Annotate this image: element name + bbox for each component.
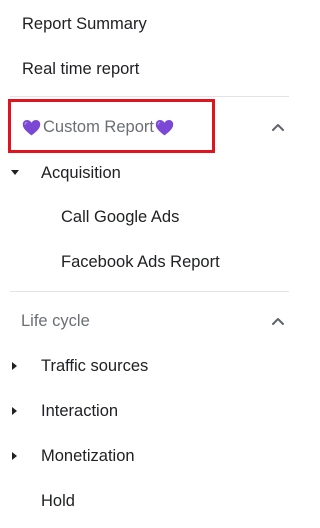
section-divider — [10, 291, 289, 292]
nav-item-report-summary[interactable]: Report Summary — [0, 10, 305, 38]
nav-group-label: Acquisition — [41, 163, 121, 182]
nav-item-hold[interactable]: Hold — [0, 487, 305, 515]
nav-group-label: Monetization — [41, 446, 135, 465]
chevron-up-icon[interactable] — [271, 120, 285, 134]
highlight-box — [8, 99, 215, 153]
nav-item-call-google-ads[interactable]: Call Google Ads — [0, 203, 305, 231]
section-header-life-cycle[interactable]: Life cycle — [0, 307, 305, 335]
nav-item-label: Call Google Ads — [61, 207, 180, 226]
nav-group-interaction[interactable]: Interaction — [0, 397, 305, 425]
nav-item-label: Facebook Ads Report — [61, 252, 220, 271]
nav-group-traffic-sources[interactable]: Traffic sources — [0, 352, 305, 380]
section-divider — [10, 96, 289, 97]
nav-item-label: Report Summary — [22, 14, 147, 33]
nav-group-monetization[interactable]: Monetization — [0, 442, 305, 470]
nav-item-label: Hold — [41, 491, 75, 510]
chevron-up-icon[interactable] — [271, 314, 285, 328]
nav-item-real-time-report[interactable]: Real time report — [0, 55, 305, 83]
section-title: Life cycle — [21, 311, 90, 330]
nav-group-label: Traffic sources — [41, 356, 149, 375]
caret-down-icon — [7, 165, 23, 181]
nav-item-label: Real time report — [22, 59, 140, 78]
nav-item-facebook-ads-report[interactable]: Facebook Ads Report — [0, 248, 305, 276]
caret-right-icon — [7, 448, 23, 464]
caret-right-icon — [7, 358, 23, 374]
nav-group-acquisition[interactable]: Acquisition — [0, 159, 305, 187]
caret-right-icon — [7, 403, 23, 419]
nav-group-label: Interaction — [41, 401, 119, 420]
